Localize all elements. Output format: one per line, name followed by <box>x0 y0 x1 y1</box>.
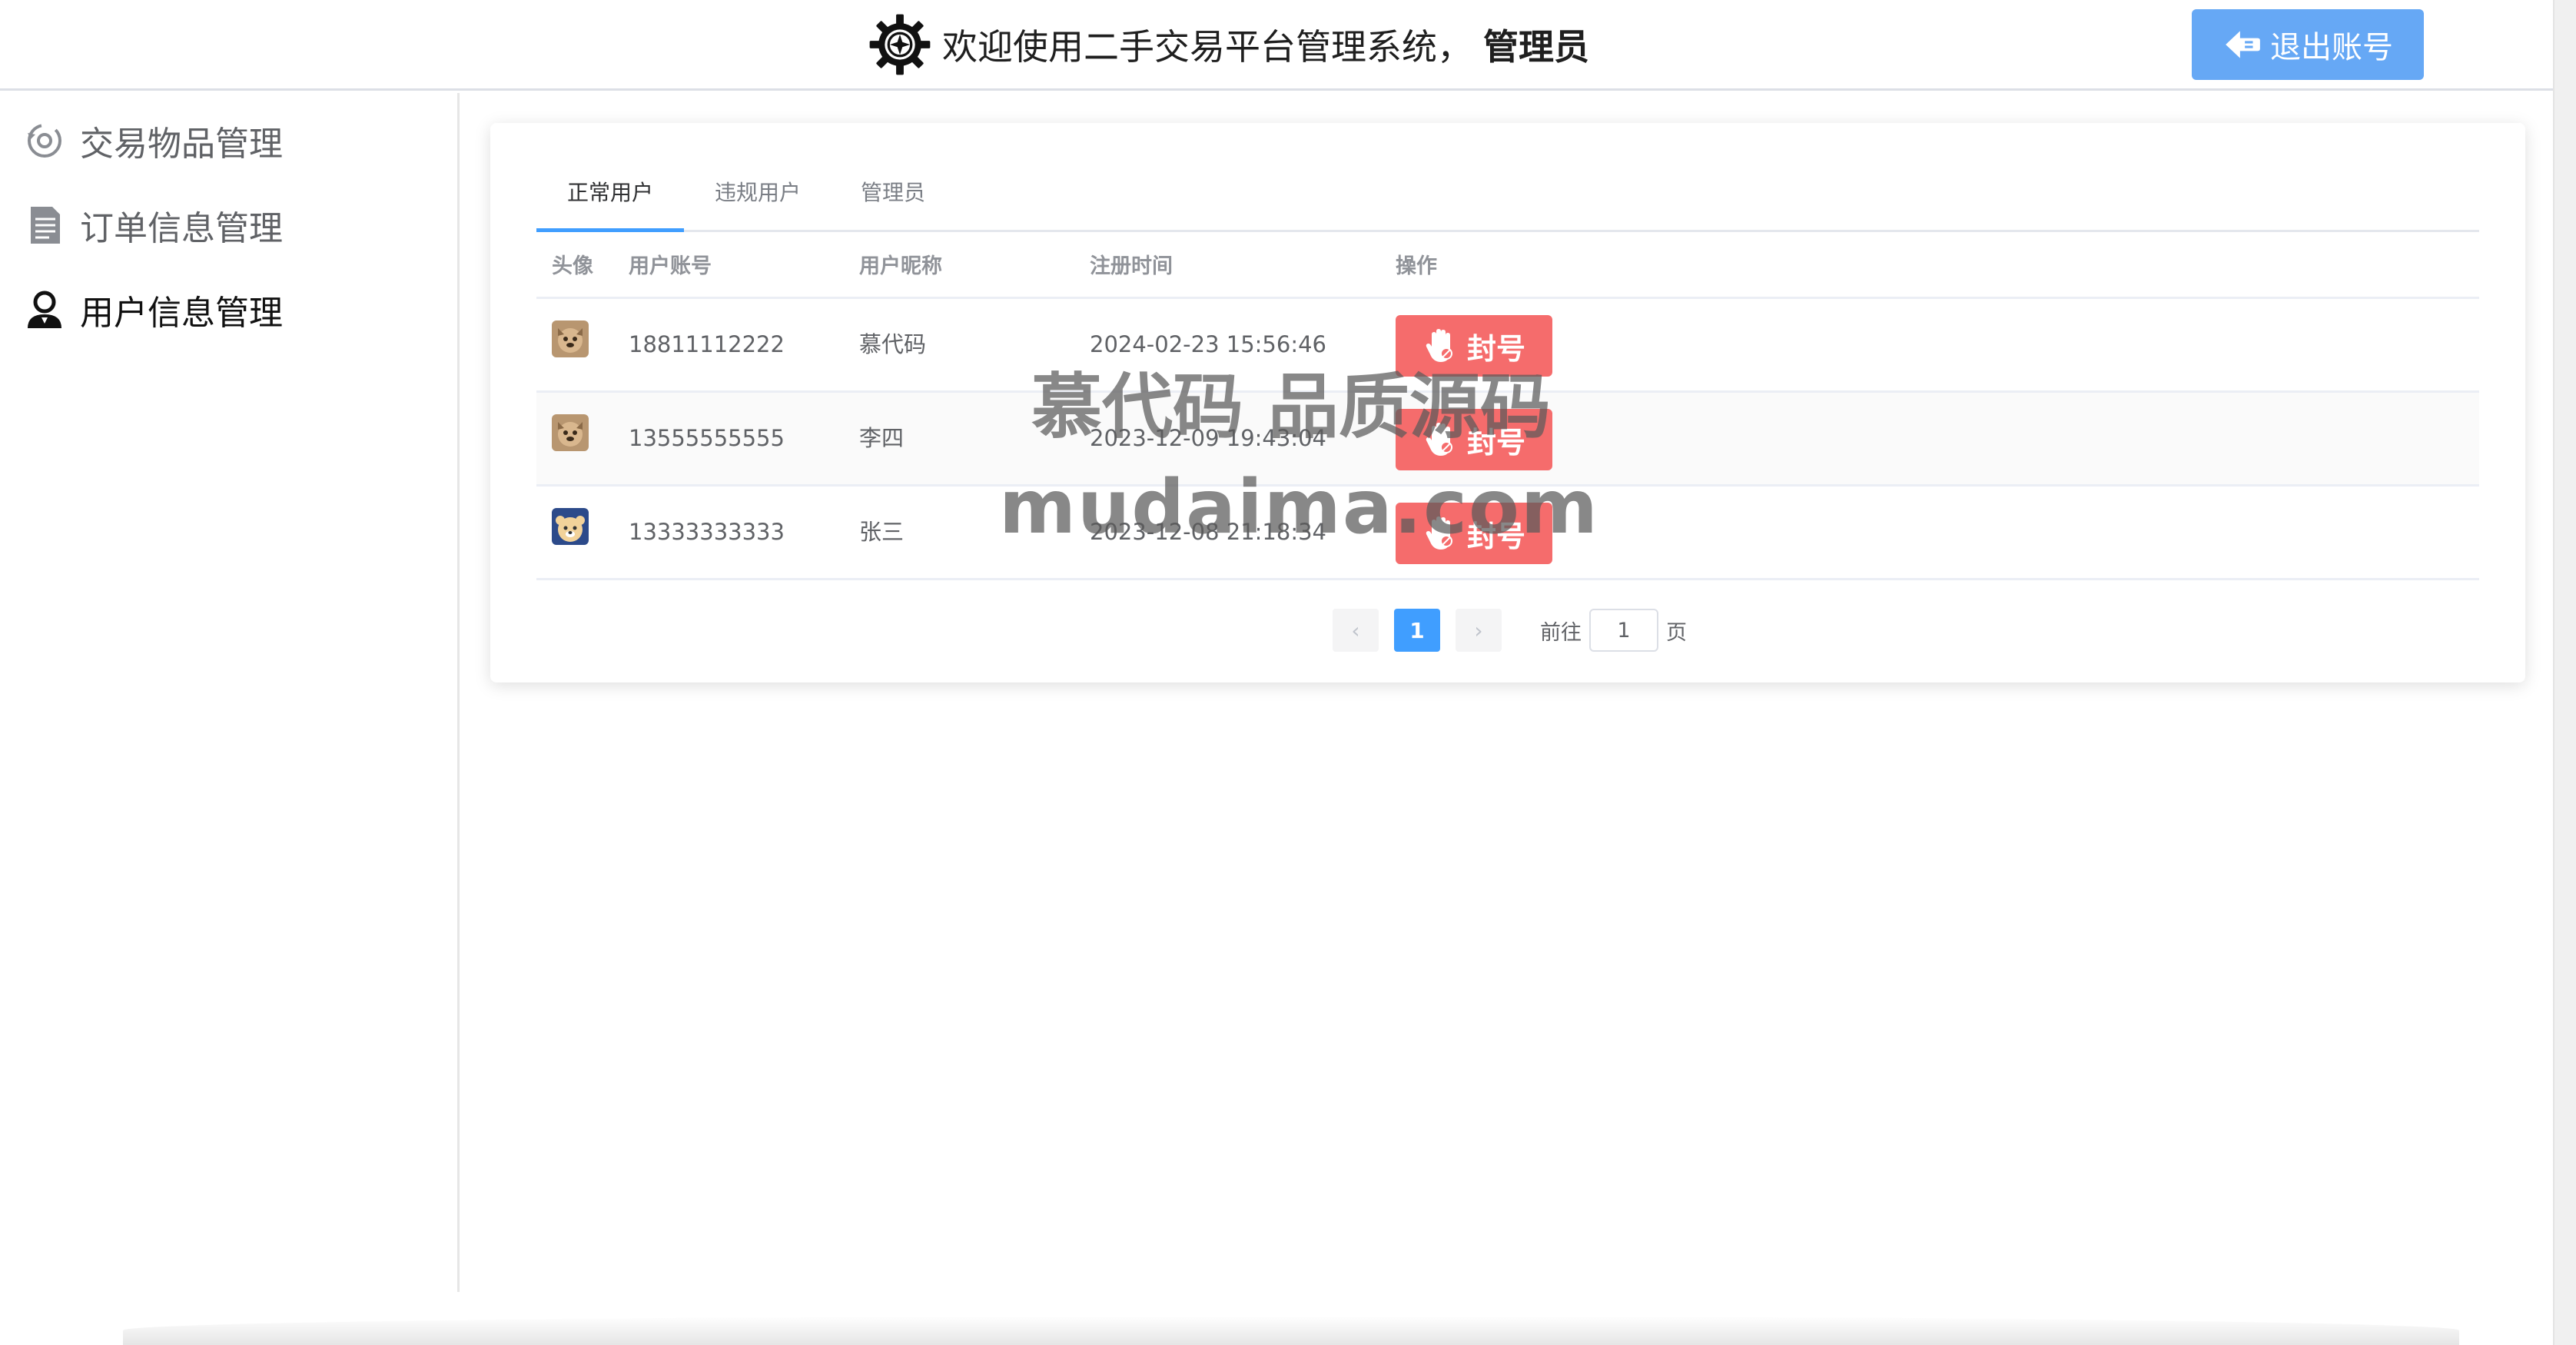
ban-label: 封号 <box>1466 331 1525 366</box>
table-row: 13333333333 张三 2023-12-08 21:18:34 封号 <box>536 487 2479 580</box>
bottom-shadow <box>123 1316 2459 1345</box>
logout-label: 退出账号 <box>2270 30 2393 65</box>
sidebar-item-goods[interactable]: 交易物品管理 <box>23 110 438 171</box>
cell-account: 18811112222 <box>629 331 785 357</box>
page-title: 欢迎使用二手交易平台管理系统， 管理员 <box>868 8 1589 81</box>
goods-icon <box>23 119 66 162</box>
hand-stop-icon <box>1422 327 1461 365</box>
sidebar-item-label: 订单信息管理 <box>80 209 283 248</box>
cell-registered: 2023-12-08 21:18:34 <box>1090 519 1326 545</box>
welcome-text: 欢迎使用二手交易平台管理系统， <box>942 26 1472 68</box>
page-scrollbar[interactable] <box>2553 0 2576 1345</box>
cell-account: 13555555555 <box>629 425 785 451</box>
cell-registered: 2024-02-23 15:56:46 <box>1090 331 1326 357</box>
order-icon <box>23 204 66 247</box>
cell-nickname: 张三 <box>859 519 905 545</box>
logout-arrow-icon <box>2222 25 2262 65</box>
tab-normal-users[interactable]: 正常用户 <box>536 154 684 232</box>
top-header: 欢迎使用二手交易平台管理系统， 管理员 退出账号 <box>0 0 2553 91</box>
column-header-action: 操作 <box>1396 254 1437 278</box>
user-table: 头像 用户账号 用户昵称 注册时间 操作 18811112222 慕代码 202… <box>536 234 2479 580</box>
sidebar-item-label: 用户信息管理 <box>80 294 283 333</box>
avatar <box>552 414 589 451</box>
app-window: 欢迎使用二手交易平台管理系统， 管理员 退出账号 交易物品管理 订单信息管理 用… <box>0 0 2576 1345</box>
role-text: 管理员 <box>1483 26 1589 68</box>
pagination: ‹ 1 › 前往 页 <box>1333 609 1695 652</box>
prev-page-button[interactable]: ‹ <box>1333 609 1379 652</box>
goto-label: 前往 <box>1540 620 1582 645</box>
table-header: 头像 用户账号 用户昵称 注册时间 操作 <box>536 234 2479 299</box>
ban-button[interactable]: 封号 <box>1396 503 1552 564</box>
page-suffix-label: 页 <box>1666 620 1687 645</box>
hand-stop-icon <box>1422 420 1461 459</box>
sidebar-item-label: 交易物品管理 <box>80 125 283 164</box>
ban-label: 封号 <box>1466 425 1525 460</box>
user-icon <box>23 288 66 331</box>
cell-account: 13333333333 <box>629 519 785 545</box>
cell-nickname: 慕代码 <box>859 331 927 357</box>
ban-label: 封号 <box>1466 519 1525 553</box>
next-page-button[interactable]: › <box>1456 609 1502 652</box>
column-header-avatar: 头像 <box>552 254 593 278</box>
sidebar-item-users[interactable]: 用户信息管理 <box>23 279 438 340</box>
active-tab-indicator <box>536 228 684 232</box>
user-tabs: 正常用户 违规用户 管理员 <box>536 154 2479 232</box>
table-row: 18811112222 慕代码 2024-02-23 15:56:46 封号 <box>536 299 2479 393</box>
column-header-account: 用户账号 <box>629 254 712 278</box>
cell-registered: 2023-12-09 19:43:04 <box>1090 425 1326 451</box>
sidebar-item-orders[interactable]: 订单信息管理 <box>23 194 438 256</box>
column-header-registered: 注册时间 <box>1090 254 1173 278</box>
tab-banned-users[interactable]: 违规用户 <box>684 154 832 232</box>
avatar <box>552 508 589 545</box>
cell-nickname: 李四 <box>859 425 905 451</box>
table-row: 13555555555 李四 2023-12-09 19:43:04 封号 <box>536 393 2479 487</box>
tab-admins[interactable]: 管理员 <box>832 154 954 232</box>
sidebar: 交易物品管理 订单信息管理 用户信息管理 <box>0 93 460 1292</box>
user-management-card: 正常用户 违规用户 管理员 头像 用户账号 用户昵称 注册时间 操作 18811… <box>490 123 2525 682</box>
ban-button[interactable]: 封号 <box>1396 315 1552 377</box>
ban-button[interactable]: 封号 <box>1396 409 1552 470</box>
avatar <box>552 320 589 357</box>
logout-button[interactable]: 退出账号 <box>2192 9 2424 80</box>
page-number-button[interactable]: 1 <box>1394 609 1440 652</box>
column-header-nickname: 用户昵称 <box>859 254 942 278</box>
hand-stop-icon <box>1422 514 1461 553</box>
gear-logo-icon <box>868 13 931 76</box>
goto-page-input[interactable] <box>1589 609 1658 652</box>
